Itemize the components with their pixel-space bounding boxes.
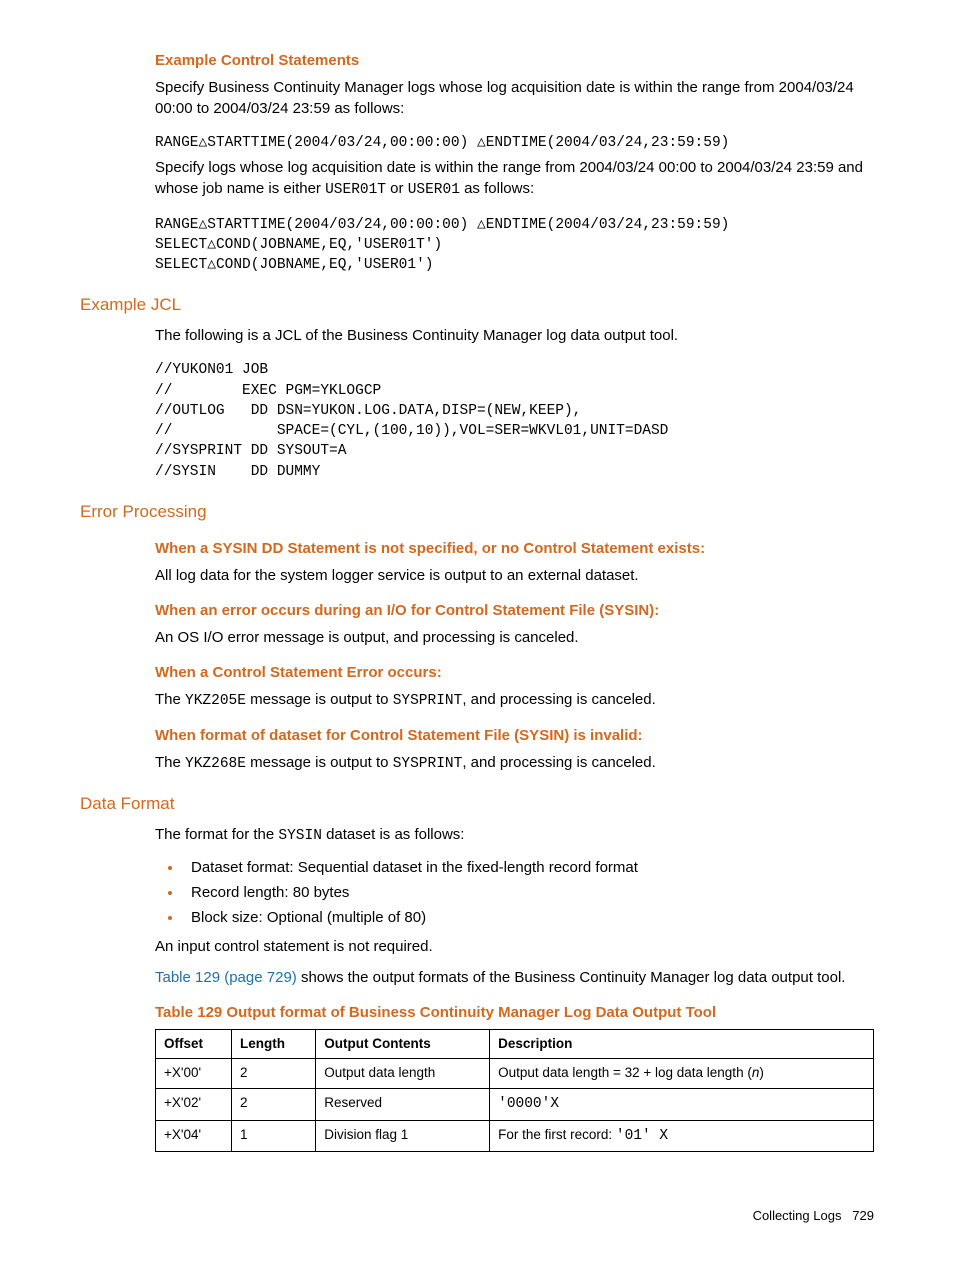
cell-offset: +X'02' bbox=[156, 1089, 232, 1120]
table-row: +X'02' 2 Reserved '0000'X bbox=[156, 1089, 874, 1120]
error-item-3-body: The YKZ205E message is output to SYSPRIN… bbox=[155, 689, 874, 711]
para-text: or bbox=[386, 180, 408, 197]
inline-code: YKZ268E bbox=[185, 756, 246, 772]
text: ) bbox=[759, 1065, 764, 1080]
para-sysin-format: The format for the SYSIN dataset is as f… bbox=[155, 824, 874, 846]
error-processing-heading: Error Processing bbox=[80, 500, 874, 524]
cell-length: 2 bbox=[232, 1059, 316, 1089]
inline-code: SYSPRINT bbox=[393, 756, 463, 772]
cell-offset: +X'00' bbox=[156, 1059, 232, 1089]
footer-section: Collecting Logs bbox=[753, 1208, 842, 1223]
cell-desc: '0000'X bbox=[490, 1089, 874, 1120]
th-length: Length bbox=[232, 1029, 316, 1059]
text: message is output to bbox=[246, 754, 393, 771]
list-item: Record length: 80 bytes bbox=[183, 882, 874, 903]
inline-code: USER01 bbox=[408, 182, 460, 198]
text: Output data length = 32 + log data lengt… bbox=[498, 1065, 752, 1080]
page-footer: Collecting Logs 729 bbox=[80, 1207, 874, 1225]
text: message is output to bbox=[246, 691, 393, 708]
text: , and processing is canceled. bbox=[462, 691, 655, 708]
error-item-1-body: All log data for the system logger servi… bbox=[155, 565, 874, 586]
inline-code: USER01T bbox=[325, 182, 386, 198]
text: , and processing is canceled. bbox=[462, 754, 655, 771]
text: shows the output formats of the Business… bbox=[297, 969, 846, 986]
para-not-required: An input control statement is not requir… bbox=[155, 936, 874, 957]
th-contents: Output Contents bbox=[316, 1029, 490, 1059]
text: The format for the bbox=[155, 826, 278, 843]
inline-code: '01' X bbox=[616, 1128, 668, 1144]
inline-code: SYSIN bbox=[278, 828, 322, 844]
list-item: Block size: Optional (multiple of 80) bbox=[183, 907, 874, 928]
cell-desc: For the first record: '01' X bbox=[490, 1120, 874, 1151]
code-range-2: RANGE△STARTTIME(2004/03/24,00:00:00) △EN… bbox=[155, 215, 874, 276]
para-specify-jobname: Specify logs whose log acquisition date … bbox=[155, 157, 874, 200]
text: dataset is as follows: bbox=[322, 826, 465, 843]
format-bullet-list: Dataset format: Sequential dataset in th… bbox=[155, 857, 874, 928]
para-text: as follows: bbox=[460, 180, 534, 197]
text: For the first record: bbox=[498, 1127, 616, 1142]
cell-contents: Output data length bbox=[316, 1059, 490, 1089]
th-offset: Offset bbox=[156, 1029, 232, 1059]
list-item: Dataset format: Sequential dataset in th… bbox=[183, 857, 874, 878]
cell-offset: +X'04' bbox=[156, 1120, 232, 1151]
para-specify-range: Specify Business Continuity Manager logs… bbox=[155, 77, 874, 119]
inline-code: YKZ205E bbox=[185, 693, 246, 709]
th-description: Description bbox=[490, 1029, 874, 1059]
example-control-heading: Example Control Statements bbox=[155, 50, 874, 71]
para-table-ref: Table 129 (page 729) shows the output fo… bbox=[155, 967, 874, 988]
error-item-3-title: When a Control Statement Error occurs: bbox=[155, 662, 874, 683]
text: The bbox=[155, 691, 185, 708]
error-item-2-body: An OS I/O error message is output, and p… bbox=[155, 627, 874, 648]
error-item-4-title: When format of dataset for Control State… bbox=[155, 725, 874, 746]
example-jcl-heading: Example JCL bbox=[80, 293, 874, 317]
table-caption: Table 129 Output format of Business Cont… bbox=[155, 1002, 874, 1023]
inline-code: '0000'X bbox=[498, 1096, 559, 1112]
table-header-row: Offset Length Output Contents Descriptio… bbox=[156, 1029, 874, 1059]
code-range-1: RANGE△STARTTIME(2004/03/24,00:00:00) △EN… bbox=[155, 133, 874, 153]
cell-contents: Reserved bbox=[316, 1089, 490, 1120]
footer-page-number: 729 bbox=[852, 1208, 874, 1223]
table-row: +X'04' 1 Division flag 1 For the first r… bbox=[156, 1120, 874, 1151]
table-row: +X'00' 2 Output data length Output data … bbox=[156, 1059, 874, 1089]
error-item-2-title: When an error occurs during an I/O for C… bbox=[155, 600, 874, 621]
table-link[interactable]: Table 129 (page 729) bbox=[155, 969, 297, 986]
error-item-1-title: When a SYSIN DD Statement is not specifi… bbox=[155, 538, 874, 559]
inline-code: SYSPRINT bbox=[393, 693, 463, 709]
code-jcl: //YUKON01 JOB // EXEC PGM=YKLOGCP //OUTL… bbox=[155, 360, 874, 482]
cell-contents: Division flag 1 bbox=[316, 1120, 490, 1151]
para-jcl-intro: The following is a JCL of the Business C… bbox=[155, 325, 874, 346]
data-format-heading: Data Format bbox=[80, 792, 874, 816]
output-format-table: Offset Length Output Contents Descriptio… bbox=[155, 1029, 874, 1152]
cell-length: 2 bbox=[232, 1089, 316, 1120]
error-item-4-body: The YKZ268E message is output to SYSPRIN… bbox=[155, 752, 874, 774]
cell-desc: Output data length = 32 + log data lengt… bbox=[490, 1059, 874, 1089]
cell-length: 1 bbox=[232, 1120, 316, 1151]
text: The bbox=[155, 754, 185, 771]
